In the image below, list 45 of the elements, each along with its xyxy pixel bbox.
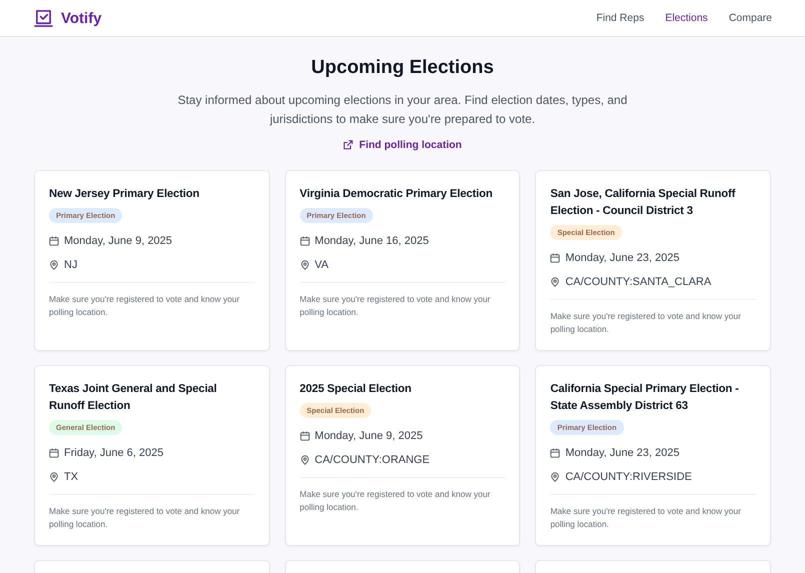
location-pin-icon [550, 277, 560, 287]
election-title: Virginia Democratic Primary Election [300, 187, 492, 202]
election-date: Friday, June 6, 2025 [64, 447, 164, 459]
election-date: Monday, June 23, 2025 [565, 447, 680, 459]
election-title: San Jose, California Special Runoff Election - Council District 3 [550, 187, 736, 219]
election-date: Monday, June 9, 2025 [314, 430, 423, 442]
reminder-text: Make sure you're registered to vote and know your polling location. [550, 505, 742, 530]
page-description: Stay informed about upcoming elections in your area. Find election dates, types, and jurisdictions to make sure you're prepared to vote. [176, 92, 628, 128]
reminder-text: Make sure you're registered to vote and know your polling location. [550, 310, 742, 335]
election-date: Monday, June 16, 2025 [314, 235, 429, 247]
reminder-text: Make sure you're registered to vote and know your polling location. [49, 293, 241, 318]
ballot-box-icon [34, 10, 53, 26]
nav-link[interactable]: Compare [728, 12, 772, 24]
election-title: New Jersey Primary Election [49, 187, 200, 202]
election-location: NJ [64, 259, 78, 271]
calendar-icon [300, 431, 310, 441]
brand-name[interactable]: Votify [61, 10, 102, 26]
election-title: California Special Primary Election - State Assembly District 63 [550, 382, 740, 414]
election-title: Texas Joint General and Special Runoff Election [49, 382, 218, 414]
location-pin-icon [49, 472, 59, 482]
page-title: Upcoming Elections [311, 57, 494, 79]
external-link-icon [343, 140, 354, 150]
election-location: TX [64, 471, 78, 483]
election-date: Monday, June 23, 2025 [565, 252, 680, 264]
election-location: CA/COUNTY:SANTA_CLARA [565, 276, 712, 288]
reminder-text: Make sure you're registered to vote and know your polling location. [300, 293, 492, 318]
location-pin-icon [300, 455, 310, 465]
calendar-icon [550, 253, 560, 263]
location-pin-icon [49, 260, 59, 270]
nav-link[interactable]: Find Reps [596, 12, 644, 24]
calendar-icon [49, 236, 59, 246]
calendar-icon [550, 448, 560, 458]
location-pin-icon [550, 472, 560, 482]
nav-link[interactable]: Elections [665, 12, 708, 24]
reminder-text: Make sure you're registered to vote and know your polling location. [300, 488, 492, 513]
election-location: CA/COUNTY:RIVERSIDE [565, 471, 692, 483]
election-date: Monday, June 9, 2025 [64, 235, 172, 247]
calendar-icon [49, 448, 59, 458]
election-location: CA/COUNTY:ORANGE [314, 454, 430, 466]
election-title: 2025 Special Election [300, 382, 412, 397]
election-location: VA [314, 259, 329, 271]
location-pin-icon [300, 260, 310, 270]
calendar-icon [300, 236, 310, 246]
reminder-text: Make sure you're registered to vote and know your polling location. [49, 505, 241, 530]
polling-location-link[interactable]: Find polling location [343, 139, 462, 151]
